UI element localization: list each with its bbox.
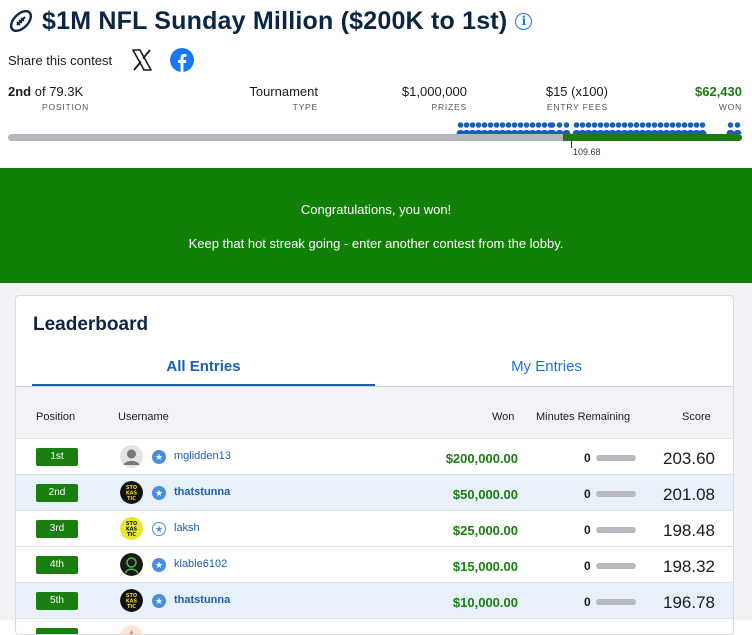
svg-text:TIC: TIC xyxy=(127,496,136,502)
facebook-share-icon[interactable] xyxy=(170,48,195,72)
avatar: STO KAS TIC xyxy=(120,481,143,504)
minutes-bar xyxy=(596,455,636,461)
score: 198.48 xyxy=(663,521,715,540)
share-row: Share this contest xyxy=(8,46,195,74)
contest-header: $1M NFL Sunday Million ($200K to 1st) i … xyxy=(0,0,752,168)
title-row: $1M NFL Sunday Million ($200K to 1st) i xyxy=(8,4,533,38)
minutes-remaining: 0 xyxy=(584,487,591,501)
svg-text:TIC: TIC xyxy=(127,532,136,538)
cash-line-label: 109.68 xyxy=(573,147,601,157)
football-icon xyxy=(9,9,33,33)
leaderboard-title: Leaderboard xyxy=(33,314,149,335)
table-row[interactable]: 2nd STO KAS TIC ★ thatstunna $50,000.00 0 … xyxy=(16,474,733,510)
username-link[interactable]: laksh xyxy=(174,522,200,534)
position-badge: 2nd xyxy=(36,484,78,502)
info-icon[interactable]: i xyxy=(515,12,533,30)
prizes-value: $1,000,000 xyxy=(401,84,467,99)
avatar xyxy=(120,445,143,468)
user-entry-marker-icon xyxy=(733,122,742,134)
score: 201.08 xyxy=(663,485,715,504)
minutes-bar xyxy=(596,599,636,605)
won-amount: $15,000.00 xyxy=(452,559,518,574)
position-of: of 79.3K xyxy=(34,84,84,99)
leaderboard-card: Leaderboard All Entries My Entries Posit… xyxy=(15,295,734,635)
minutes-remaining: 0 xyxy=(584,451,591,465)
minutes-remaining: 0 xyxy=(584,559,591,573)
stat-entry-fees: $15 (x100) ENTRY FEES xyxy=(546,84,608,114)
entry-value: $15 (x100) xyxy=(545,84,608,99)
position-badge xyxy=(36,628,78,634)
in-the-money-bar xyxy=(563,134,742,141)
stat-position: 2nd of 79.3K POSITION xyxy=(8,84,89,114)
col-minutes-remaining[interactable]: Minutes Remaining xyxy=(536,411,630,423)
x-share-icon[interactable] xyxy=(130,48,154,72)
table-row[interactable]: 3rd STO KAS TIC ★ laksh $25,000.00 0 198.4… xyxy=(16,510,733,546)
share-label: Share this contest xyxy=(8,52,113,68)
entry-label: ENTRY FEES xyxy=(546,102,608,112)
verified-star-icon: ★ xyxy=(152,450,166,464)
type-value: Tournament xyxy=(249,84,318,99)
avatar xyxy=(120,553,143,576)
verified-star-icon: ★ xyxy=(152,486,166,500)
cash-line-tick xyxy=(571,140,572,148)
leaderboard-section: Leaderboard All Entries My Entries Posit… xyxy=(0,283,752,635)
minutes-remaining: 0 xyxy=(584,523,591,537)
col-won[interactable]: Won xyxy=(492,411,514,423)
won-amount: $50,000.00 xyxy=(452,487,518,502)
position-label: POSITION xyxy=(42,102,90,112)
won-label: WON xyxy=(718,102,742,112)
username-link[interactable]: thatstunna xyxy=(174,486,230,498)
won-amount: $10,000.00 xyxy=(452,595,518,610)
position-badge: 3rd xyxy=(36,520,78,538)
star-outline-icon: ★ xyxy=(152,522,166,536)
position-badge: 4th xyxy=(36,556,78,574)
table-row[interactable]: 5th STO KAS TIC ★ thatstunna $10,000.00 0 … xyxy=(16,582,733,618)
won-amount: $200,000.00 xyxy=(445,451,518,466)
table-row-partial[interactable] xyxy=(16,618,733,634)
minutes-bar xyxy=(596,563,636,569)
score: 196.78 xyxy=(663,593,715,612)
table-row[interactable]: 1st ★ mglidden13 $200,000.00 0 203.60 xyxy=(16,438,733,474)
won-amount: $25,000.00 xyxy=(452,523,518,538)
username-link[interactable]: thatstunna xyxy=(174,594,230,606)
minutes-bar xyxy=(596,491,636,497)
stat-won: $62,430 WON xyxy=(695,84,742,114)
verified-star-icon: ★ xyxy=(152,594,166,608)
prizes-label: PRIZES xyxy=(431,102,467,112)
position-badge: 1st xyxy=(36,448,78,466)
avatar xyxy=(120,625,143,634)
tab-all-entries[interactable]: All Entries xyxy=(32,358,375,375)
username-link[interactable]: klable6102 xyxy=(174,558,227,570)
stat-type: Tournament TYPE xyxy=(249,84,318,114)
table-row[interactable]: 4th ★ klable6102 $15,000.00 0 198.32 xyxy=(16,546,733,582)
contest-title: $1M NFL Sunday Million ($200K to 1st) xyxy=(42,6,508,35)
won-value: $62,430 xyxy=(695,84,742,99)
banner-message: Keep that hot streak going - enter anoth… xyxy=(188,236,564,251)
table-header: Position Username Won Minutes Remaining … xyxy=(16,387,733,438)
verified-star-icon: ★ xyxy=(152,558,166,572)
banner-headline: Congratulations, you won! xyxy=(300,202,452,217)
avatar: STO KAS TIC xyxy=(120,589,143,612)
stat-prizes: $1,000,000 PRIZES xyxy=(402,84,467,114)
tab-my-entries[interactable]: My Entries xyxy=(375,358,718,375)
score: 203.60 xyxy=(663,449,715,468)
username-link[interactable]: mglidden13 xyxy=(174,450,231,462)
position-rank: 2nd xyxy=(8,84,32,99)
minutes-bar xyxy=(596,527,636,533)
type-label: TYPE xyxy=(292,102,318,112)
leaderboard-rows: 1st ★ mglidden13 $200,000.00 0 203.60 2n… xyxy=(16,438,733,634)
col-username[interactable]: Username xyxy=(118,411,169,423)
user-entry-marker-icon xyxy=(698,122,707,134)
col-position[interactable]: Position xyxy=(36,411,75,423)
user-entry-marker-icon xyxy=(562,122,571,134)
score: 198.32 xyxy=(663,557,715,576)
win-banner: Congratulations, you won! Keep that hot … xyxy=(0,168,752,283)
avatar: STO KAS TIC xyxy=(120,517,143,540)
minutes-remaining: 0 xyxy=(584,595,591,609)
svg-text:TIC: TIC xyxy=(127,604,136,610)
position-badge: 5th xyxy=(36,592,78,610)
col-score[interactable]: Score xyxy=(682,411,711,423)
